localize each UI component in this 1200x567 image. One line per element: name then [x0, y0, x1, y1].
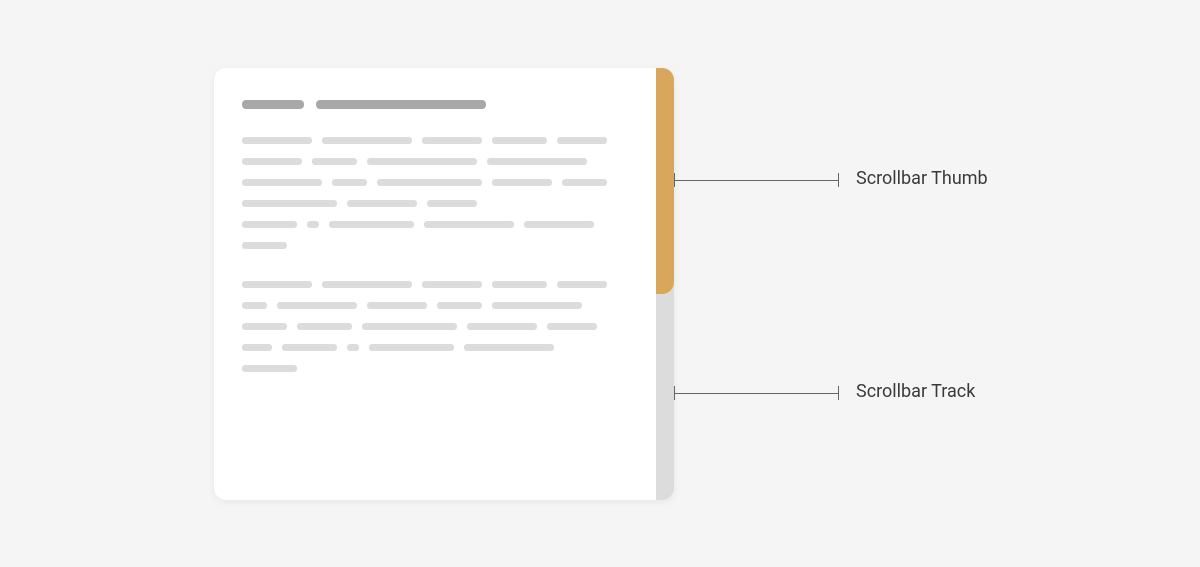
placeholder-text-bar: [557, 281, 607, 288]
placeholder-text-bar: [242, 344, 272, 351]
placeholder-text-bar: [492, 179, 552, 186]
placeholder-text-bar: [242, 281, 312, 288]
placeholder-text-bar: [242, 323, 287, 330]
placeholder-text-bar: [242, 302, 267, 309]
callout-label-track: Scrollbar Track: [856, 381, 975, 402]
placeholder-text-bar: [322, 281, 412, 288]
placeholder-text-line: [242, 137, 628, 144]
content-panel: [214, 68, 674, 500]
placeholder-text-bar: [277, 302, 357, 309]
placeholder-text-bar: [367, 158, 477, 165]
placeholder-text-line: [242, 365, 628, 372]
callout-cap: [838, 173, 839, 187]
placeholder-heading-bar: [316, 100, 486, 109]
scrollbar-track[interactable]: [656, 68, 674, 500]
placeholder-text-bar: [464, 344, 554, 351]
placeholder-text-bar: [242, 137, 312, 144]
paragraph-gap: [242, 263, 628, 281]
placeholder-heading-bar: [242, 100, 304, 109]
placeholder-text-bar: [422, 281, 482, 288]
placeholder-text-bar: [242, 158, 302, 165]
placeholder-text-line: [242, 242, 628, 249]
placeholder-text-bar: [492, 302, 582, 309]
placeholder-text-bar: [367, 302, 427, 309]
placeholder-text-bar: [487, 158, 587, 165]
callout-line-track: [674, 393, 838, 394]
callout-cap: [674, 386, 675, 400]
placeholder-text-bar: [282, 344, 337, 351]
placeholder-text-bar: [547, 323, 597, 330]
placeholder-text-bar: [562, 179, 607, 186]
placeholder-text-bar: [467, 323, 537, 330]
placeholder-text-bar: [297, 323, 352, 330]
placeholder-text-bar: [307, 221, 319, 228]
placeholder-text-bar: [557, 137, 607, 144]
placeholder-text-bar: [347, 200, 417, 207]
placeholder-text-line: [242, 158, 628, 165]
placeholder-text-line: [242, 344, 628, 351]
placeholder-text-bar: [242, 242, 287, 249]
placeholder-text-line: [242, 302, 628, 309]
placeholder-text-bar: [437, 302, 482, 309]
placeholder-text-line: [242, 281, 628, 288]
placeholder-text-bar: [242, 221, 297, 228]
placeholder-text-bar: [492, 281, 547, 288]
placeholder-text-bar: [312, 158, 357, 165]
placeholder-heading-row: [242, 100, 628, 109]
placeholder-text-bar: [329, 221, 414, 228]
callout-label-thumb: Scrollbar Thumb: [856, 168, 988, 189]
placeholder-text-bar: [322, 137, 412, 144]
placeholder-text-bar: [492, 137, 547, 144]
placeholder-text-bar: [424, 221, 514, 228]
placeholder-text-line: [242, 179, 628, 186]
callout-cap: [838, 386, 839, 400]
placeholder-text-line: [242, 200, 628, 207]
content-area: [214, 68, 656, 500]
placeholder-text-bar: [369, 344, 454, 351]
placeholder-text-bar: [377, 179, 482, 186]
callout-line-thumb: [674, 180, 838, 181]
placeholder-text-bar: [347, 344, 359, 351]
placeholder-text-bar: [524, 221, 594, 228]
placeholder-text-bar: [362, 323, 457, 330]
placeholder-text-bar: [242, 179, 322, 186]
placeholder-text-line: [242, 221, 628, 228]
callout-cap: [674, 173, 675, 187]
scrollbar-thumb[interactable]: [656, 68, 674, 294]
placeholder-text-bar: [242, 200, 337, 207]
placeholder-text-bar: [427, 200, 477, 207]
placeholder-text-line: [242, 323, 628, 330]
placeholder-text-bar: [422, 137, 482, 144]
placeholder-text-bar: [332, 179, 367, 186]
placeholder-text-bar: [242, 365, 297, 372]
